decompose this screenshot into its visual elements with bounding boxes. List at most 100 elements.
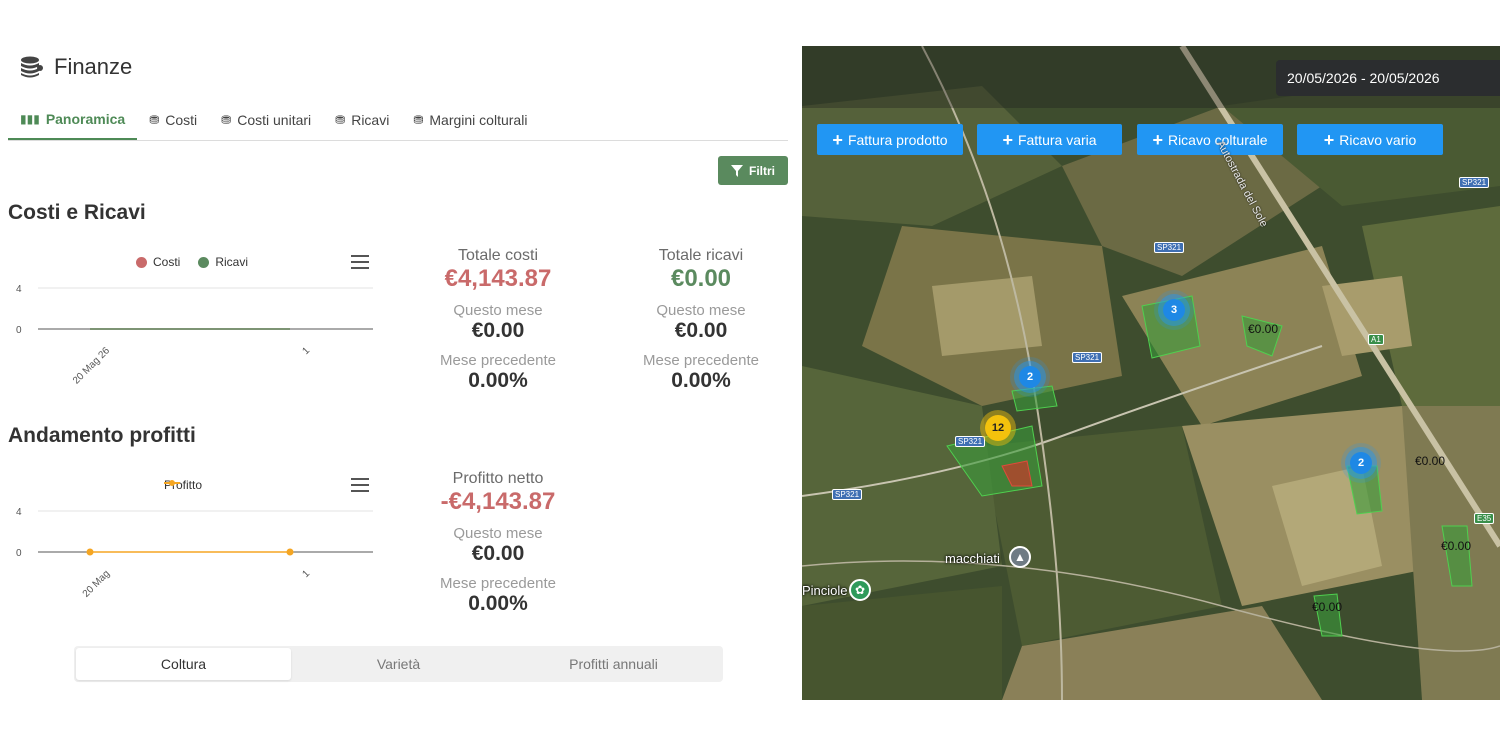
road-tag: SP321 [1459,177,1490,188]
tab-panoramica[interactable]: ▮▮▮ Panoramica [8,100,138,140]
legend-marker [164,480,180,486]
date-range-picker[interactable]: 20/05/2026 - 20/05/2026 [1276,60,1500,96]
stat-sublabel: Mese precedente [440,352,556,369]
x-tick-label: 20 Mag 26 [71,345,113,387]
road-tag: SP321 [832,489,863,500]
chart-menu-icon[interactable] [351,255,369,269]
stat-sublabel: Questo mese [453,525,543,542]
tab-costi[interactable]: ⛃ Costi [137,100,209,140]
button-label: Ricavo vario [1339,131,1417,148]
y-tick-label: 0 [16,548,22,559]
road-tag: A1 [1368,334,1384,345]
tab-ricavi[interactable]: ⛃ Ricavi [323,100,401,140]
tab-label: Costi [165,112,198,128]
tab-label: Panoramica [45,111,126,127]
field-cluster-marker[interactable]: 2 [1019,366,1041,388]
field-value-label: €0.00 [1248,322,1279,336]
plus-icon: + [1002,129,1013,150]
page-title: Finanze [54,54,133,79]
stat-sublabel: Questo mese [656,302,746,319]
legend-dot [198,256,210,268]
filter-button[interactable]: Filtri [718,156,788,185]
fattura-varia-button[interactable]: + Fattura varia [977,124,1122,155]
plus-icon: + [1323,129,1335,150]
page-header: Finanze [18,54,132,80]
stat-label: Totale costi [457,247,539,264]
y-tick-label: 0 [16,325,22,336]
field-cluster-marker[interactable]: 12 [985,415,1011,441]
ricavi-questo-mese-value: €0.00 [674,319,728,342]
legend-item-ricavi[interactable]: Ricavi [198,255,248,269]
field-value-label: €0.00 [1441,539,1472,553]
place-label: macchiati [945,551,1000,566]
finance-panel: Finanze ▮▮▮ Panoramica ⛃ Costi ⛃ Costi u… [0,0,800,750]
tab-margini-colturali[interactable]: ⛃ Margini colturali [401,100,539,140]
coins-icon: ⛃ [335,113,346,127]
segment-coltura[interactable]: Coltura [76,648,291,680]
road-tag: SP321 [1154,242,1185,253]
profitto-netto-value: -€4,143.87 [440,488,556,515]
stat-sublabel: Mese precedente [440,575,556,592]
plus-icon: + [1152,129,1163,150]
y-tick-label: 4 [16,284,22,295]
satellite-map[interactable]: 20/05/2026 - 20/05/2026 + Fattura prodott… [802,46,1500,700]
costi-questo-mese-value: €0.00 [471,319,525,342]
road-tag: SP321 [955,436,986,447]
legend-item-profitto[interactable]: Profitto [164,478,202,492]
costs-revenue-chart: 4 0 20 Mag 26 1 Costi Ricavi [8,255,383,405]
road-tag: E35 [1474,513,1495,524]
profitto-questo-mese-value: €0.00 [471,542,525,565]
chart-svg: 4 0 20 Mag 1 [16,507,373,600]
chart-legend: Profitto [164,478,202,492]
costi-mese-precedente-value: 0.00% [468,369,528,392]
filter-icon [731,164,743,177]
stat-sublabel: Mese precedente [643,352,759,369]
ricavo-vario-button[interactable]: + Ricavo vario [1297,124,1443,155]
legend-label: Costi [153,255,181,269]
totale-costi-value: €4,143.87 [444,265,552,292]
road-tag: SP321 [1072,352,1103,363]
tab-label: Costi unitari [237,112,312,128]
button-label: Fattura prodotto [847,131,948,148]
profitto-mese-precedente-value: 0.00% [468,592,528,615]
tab-label: Margini colturali [429,112,528,128]
field-value-label: €0.00 [1312,600,1343,614]
totale-costi-stat: Totale costi €4,143.87 Questo mese €0.00… [408,247,588,393]
tab-bar: ▮▮▮ Panoramica ⛃ Costi ⛃ Costi unitari ⛃… [8,100,788,141]
button-label: Fattura varia [1017,131,1097,148]
profit-chart: 4 0 20 Mag 1 Profitto [8,478,383,628]
field-value-label: €0.00 [1415,454,1446,468]
totale-ricavi-value: €0.00 [670,265,732,292]
place-label: Pinciole [802,583,848,598]
legend-item-costi[interactable]: Costi [136,255,180,269]
fattura-prodotto-button[interactable]: + Fattura prodotto [817,124,963,155]
stat-label: Profitto netto [452,470,544,487]
plus-icon: + [832,129,843,150]
ricavo-colturale-button[interactable]: + Ricavo colturale [1137,124,1283,155]
filter-label: Filtri [749,163,775,178]
profitto-netto-stat: Profitto netto -€4,143.87 Questo mese €0… [408,470,588,616]
flower-icon[interactable]: ✿ [849,579,871,601]
segment-profitti-annuali[interactable]: Profitti annuali [506,648,721,680]
tab-label: Ricavi [351,112,390,128]
x-tick-label: 1 [300,345,312,357]
field-cluster-marker[interactable]: 2 [1350,452,1372,474]
segment-varieta[interactable]: Varietà [291,648,506,680]
coins-icon [21,56,43,78]
legend-dot [136,256,147,268]
stat-sublabel: Questo mese [453,302,543,319]
x-tick-label: 20 Mag [81,568,112,599]
school-icon[interactable]: ▲ [1009,546,1031,568]
coins-icon: ⛃ [413,113,424,127]
totale-ricavi-stat: Totale ricavi €0.00 Questo mese €0.00 Me… [611,247,791,393]
data-point [286,548,294,556]
ricavi-mese-precedente-value: 0.00% [671,369,731,392]
chart-menu-icon[interactable] [351,478,369,492]
field-cluster-marker[interactable]: 3 [1163,299,1185,321]
y-tick-label: 4 [16,507,22,518]
data-point [86,548,94,556]
coins-icon: ⛃ [149,113,160,127]
legend-label: Ricavi [215,255,249,269]
costs-revenue-title: Costi e Ricavi [8,201,146,224]
tab-costi-unitari[interactable]: ⛃ Costi unitari [209,100,323,140]
